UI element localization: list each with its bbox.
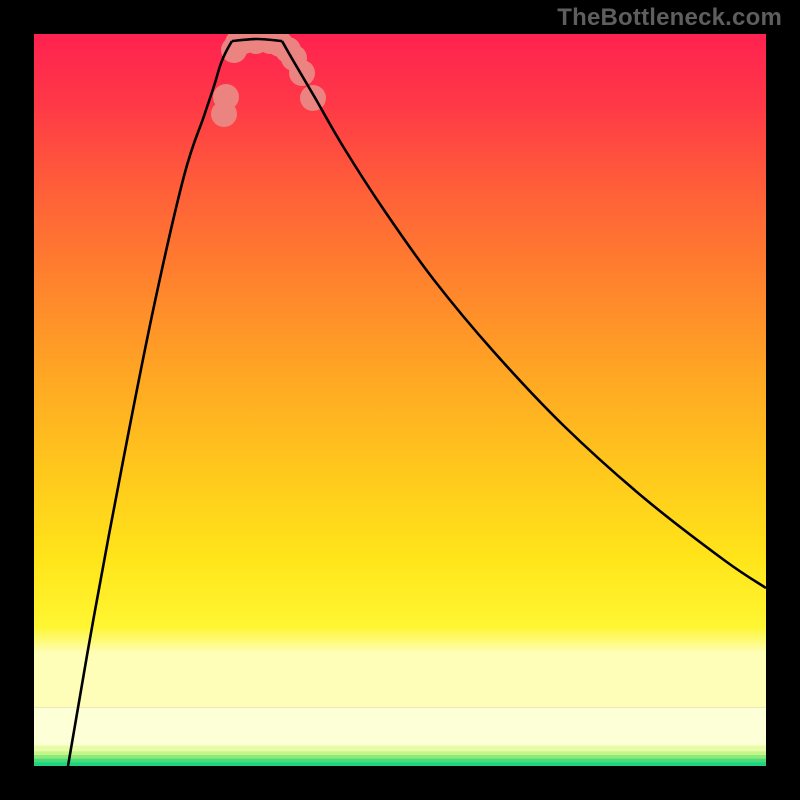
chart-frame: TheBottleneck.com: [0, 0, 800, 800]
gradient-background: [34, 34, 766, 707]
data-marker: [300, 85, 326, 111]
attribution-watermark: TheBottleneck.com: [557, 4, 782, 32]
data-marker: [289, 60, 315, 86]
bottom-stripes: [34, 707, 766, 766]
plot-area: [34, 34, 766, 766]
bottleneck-curve-chart: [34, 34, 766, 766]
data-marker: [213, 84, 239, 110]
